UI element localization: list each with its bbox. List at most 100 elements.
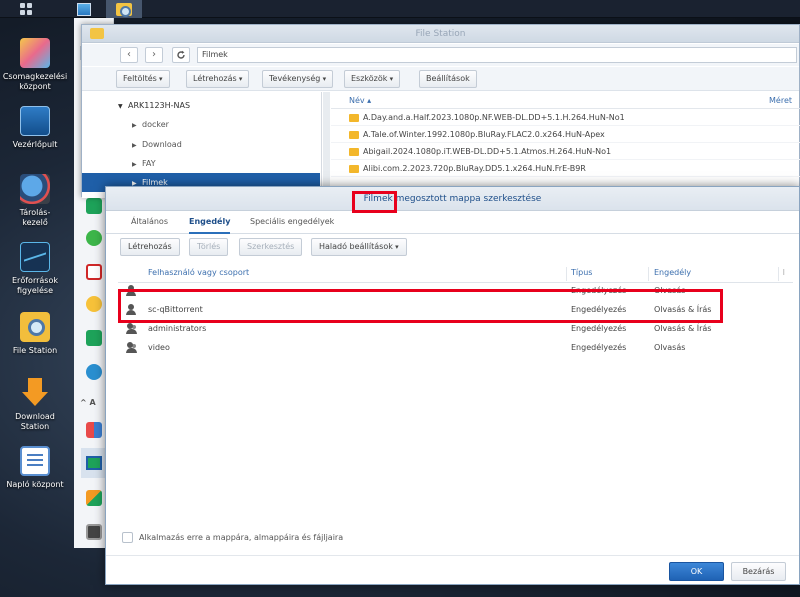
chat-icon[interactable] [86, 230, 102, 246]
window-title-bar[interactable]: File Station [82, 25, 799, 43]
desktop-icon-storage-manager[interactable]: Tárolás-kezelő [0, 174, 70, 228]
user-column-header[interactable]: Felhasználó vagy csoport [148, 268, 249, 277]
chevron-right-icon: ▶ [132, 122, 137, 129]
close-button[interactable]: Bezárás [731, 562, 786, 581]
tab-advanced-permissions[interactable]: Speciális engedélyek [250, 217, 334, 234]
file-station-window: File Station ‹ › Filmek Feltöltés Létreh… [81, 24, 800, 198]
file-station-icon [116, 2, 132, 17]
tab-permission[interactable]: Engedély [189, 217, 231, 234]
desktop-icon-download-station[interactable]: Download Station [0, 378, 70, 432]
file-row[interactable]: A.Tale.of.Winter.1992.1080p.BluRay.FLAC2… [331, 126, 800, 143]
desktop-icon-label: File Station [12, 346, 58, 355]
main-menu-button[interactable] [8, 0, 44, 18]
bulb-icon[interactable] [86, 296, 102, 312]
resource-monitor-icon [20, 242, 50, 272]
table-row[interactable]: administrators Engedélyezés Olvasás & Ír… [118, 319, 793, 338]
desktop-icon-label: Download Station [15, 412, 55, 431]
desktop-icon-label: Tárolás-kezelő [19, 208, 51, 227]
file-station-icon [20, 312, 50, 342]
size-column-header[interactable]: Méret [769, 92, 792, 109]
taskbar-file-station-button[interactable] [106, 0, 142, 18]
create-button[interactable]: Létrehozás [186, 70, 250, 88]
desktop-icon-label: Napló központ [6, 480, 64, 489]
tree-item-fay[interactable]: ▶ FAY [82, 154, 320, 173]
desktop-icon-label: Csomagkezelési központ [2, 72, 68, 91]
file-row[interactable]: A.Day.and.a.Half.2023.1080p.NF.WEB-DL.DD… [331, 109, 800, 126]
dialog-title-folder: Filmek [363, 194, 393, 204]
desktop-icon-control-panel[interactable]: Vezérlőpult [0, 106, 70, 150]
storage-manager-icon [20, 174, 50, 204]
log-center-icon [20, 446, 50, 476]
download-station-icon [20, 378, 50, 408]
name-column-header[interactable]: Név ▴ [349, 96, 371, 105]
upload-button[interactable]: Feltöltés [116, 70, 170, 88]
tree-item-download[interactable]: ▶ Download [82, 135, 320, 154]
table-row[interactable]: video Engedélyezés Olvasás [118, 338, 793, 357]
file-list-header: Név ▴ Méret [331, 92, 800, 109]
desktop-icon-file-station[interactable]: File Station [0, 312, 70, 356]
dialog-title-bar[interactable]: Filmek megosztott mappa szerkesztése [106, 187, 799, 211]
forward-button[interactable]: › [145, 47, 163, 63]
back-button[interactable]: ‹ [120, 47, 138, 63]
shortcut-icon [86, 456, 102, 470]
desktop-icon-label: Erőforrások figyelése [12, 276, 58, 295]
tools-button[interactable]: Eszközök [344, 70, 401, 88]
window-title: File Station [415, 29, 466, 39]
file-row[interactable]: Alibi.com.2.2023.720p.BluRay.DD5.1.x264.… [331, 160, 800, 177]
column-menu-icon[interactable]: ⁝ [782, 268, 785, 277]
desktop-icon-log-center[interactable]: Napló központ [0, 446, 70, 490]
delete-permission-button[interactable]: Törlés [189, 238, 229, 256]
search-icon[interactable] [86, 198, 102, 214]
dialog-title: Filmek megosztott mappa szerkesztése [363, 194, 542, 204]
tab-general[interactable]: Általános [131, 217, 168, 234]
group-icon [126, 342, 138, 353]
bg-section-label: ^ A [80, 398, 96, 407]
table-row[interactable]: sc-qBittorrent Engedélyezés Olvasás & Ír… [118, 300, 793, 319]
control-panel-icon [20, 106, 50, 136]
folder-tree: ▼ ARK1123H-NAS ▶ docker ▶ Download ▶ FAY ▶ Fi… [82, 92, 322, 198]
user-icon [126, 304, 136, 315]
edit-permission-button[interactable]: Szerkesztés [239, 238, 303, 256]
apply-recursive-checkbox[interactable] [122, 532, 133, 543]
apply-recursive-row[interactable]: Alkalmazás erre a mappára, almappáira és… [122, 532, 343, 543]
permission-toolbar: Létrehozás Törlés Szerkesztés Haladó beá… [106, 235, 799, 263]
file-toolbar: Feltöltés Létrehozás Tevékenység Eszközö… [82, 67, 799, 91]
folder-icon [349, 114, 359, 122]
tree-scrollbar[interactable] [323, 92, 330, 198]
chevron-right-icon: ▶ [132, 161, 137, 168]
user-icon [126, 285, 136, 296]
settings-button[interactable]: Beállítások [419, 70, 477, 88]
desktop-icon-package-center[interactable]: Csomagkezelési központ [0, 38, 70, 92]
control-panel-icon [77, 2, 91, 16]
taskbar [0, 0, 800, 18]
create-permission-button[interactable]: Létrehozás [120, 238, 180, 256]
tree-item-docker[interactable]: ▶ docker [82, 115, 320, 134]
chevron-down-icon: ▼ [118, 103, 123, 110]
ok-button[interactable]: OK [669, 562, 724, 581]
permission-column-header[interactable]: Engedély [654, 268, 691, 277]
selected-app-row[interactable] [81, 448, 107, 478]
folder-icon [349, 131, 359, 139]
path-field[interactable]: Filmek [197, 47, 797, 63]
file-list: Név ▴ Méret A.Day.and.a.Half.2023.1080p.… [331, 92, 800, 198]
file-row[interactable]: Abigail.2024.1080p.iT.WEB-DL.DD+5.1.Atmo… [331, 143, 800, 160]
desktop-icon-label: Vezérlőpult [12, 140, 58, 149]
terminal-icon[interactable] [86, 524, 102, 540]
desktop-icon-resource-monitor[interactable]: Erőforrások figyelése [0, 242, 70, 296]
advanced-settings-button[interactable]: Haladó beállítások [311, 238, 407, 256]
type-column-header[interactable]: Típus [571, 268, 592, 277]
folder-icon [349, 165, 359, 173]
table-row[interactable]: Engedélyezés Olvasás [118, 281, 793, 300]
sync-icon[interactable] [86, 364, 102, 380]
dialog-footer: OK Bezárás [106, 555, 799, 585]
taskbar-control-panel-button[interactable] [66, 0, 102, 18]
upload-icon[interactable] [86, 330, 102, 346]
tree-root[interactable]: ▼ ARK1123H-NAS [82, 96, 320, 115]
apps-icon[interactable] [86, 422, 102, 438]
refresh-icon [177, 50, 185, 59]
transfer-icon[interactable] [86, 490, 102, 506]
action-button[interactable]: Tevékenység [262, 70, 334, 88]
refresh-button[interactable] [172, 47, 190, 63]
task-icon[interactable] [86, 264, 102, 280]
group-icon [126, 323, 138, 334]
